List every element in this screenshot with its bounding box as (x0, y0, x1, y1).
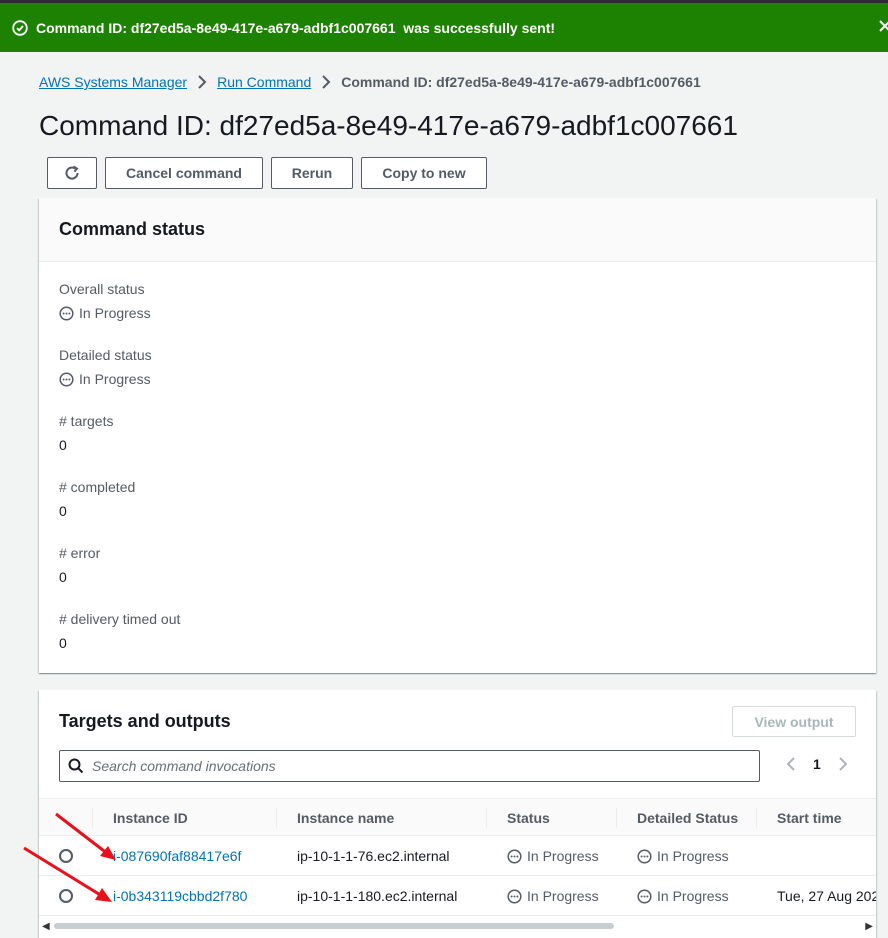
breadcrumb: AWS Systems Manager Run Command Command … (39, 74, 701, 90)
chevron-right-icon (197, 75, 207, 89)
refresh-button[interactable] (47, 157, 97, 189)
column-divider (616, 808, 617, 828)
in-progress-icon (59, 371, 74, 387)
scroll-left-arrow-icon[interactable]: ◀ (42, 921, 50, 932)
column-header-instance-name[interactable]: Instance name (297, 799, 394, 837)
detailed-status-label: Detailed status (59, 347, 152, 363)
row-detailed-status: In Progress (657, 848, 729, 864)
instance-id-link[interactable]: i-0b343119cbbd2f780 (113, 876, 247, 916)
rerun-button[interactable]: Rerun (271, 157, 353, 189)
breadcrumb-link-systems-manager[interactable]: AWS Systems Manager (39, 74, 187, 90)
error-count-label: # error (59, 545, 101, 561)
column-divider (486, 808, 487, 828)
previous-page-icon[interactable] (785, 756, 797, 772)
column-header-start-time[interactable]: Start time (777, 799, 842, 837)
overall-status-value: In Progress (79, 305, 151, 321)
timeout-count-label: # delivery timed out (59, 611, 181, 627)
cancel-command-button[interactable]: Cancel command (105, 157, 263, 189)
column-divider (92, 808, 93, 828)
invocations-table: Instance ID Instance name Status Detaile… (39, 798, 876, 916)
search-input[interactable] (92, 758, 732, 774)
row-detailed-status: In Progress (657, 888, 729, 904)
copy-to-new-button[interactable]: Copy to new (361, 157, 487, 189)
breadcrumb-current: Command ID: df27ed5a-8e49-417e-a679-adbf… (341, 74, 701, 90)
targets-count-field: # targets 0 (59, 412, 856, 478)
table-row[interactable]: i-0b343119cbbd2f780 ip-10-1-1-180.ec2.in… (39, 876, 876, 916)
command-status-title: Command status (59, 219, 206, 239)
table-header: Instance ID Instance name Status Detaile… (39, 798, 876, 836)
detailed-status-value: In Progress (79, 371, 151, 387)
chevron-right-icon (321, 75, 331, 89)
action-toolbar: Cancel command Rerun Copy to new (47, 157, 487, 189)
row-start-time: Tue, 27 Aug 2024 (777, 888, 876, 904)
next-page-icon[interactable] (837, 756, 849, 772)
current-page-number[interactable]: 1 (813, 756, 821, 772)
scrollbar-thumb[interactable] (54, 923, 614, 929)
error-count-value: 0 (59, 569, 67, 585)
command-status-panel: Command status Overall status In Progres… (39, 198, 876, 673)
search-invocations-box (59, 750, 760, 782)
in-progress-icon (637, 848, 652, 864)
targets-count-label: # targets (59, 413, 114, 429)
in-progress-icon (59, 305, 74, 321)
instance-id-link[interactable]: i-087690faf88417e6f (113, 836, 241, 876)
completed-count-field: # completed 0 (59, 478, 856, 544)
column-header-detailed-status[interactable]: Detailed Status (637, 799, 738, 837)
dismiss-close-icon[interactable] (878, 19, 888, 33)
column-header-status[interactable]: Status (507, 799, 550, 837)
breadcrumb-link-run-command[interactable]: Run Command (217, 74, 311, 90)
command-status-header: Command status (39, 198, 876, 262)
timeout-count-value: 0 (59, 635, 67, 651)
completed-count-value: 0 (59, 503, 67, 519)
error-count-field: # error 0 (59, 544, 856, 610)
detailed-status-field: Detailed status In Progress (59, 346, 856, 412)
overall-status-label: Overall status (59, 281, 145, 297)
targets-outputs-panel: Targets and outputs View output 1 Instan… (39, 690, 876, 938)
row-select-radio[interactable] (59, 889, 73, 903)
success-check-icon (12, 19, 28, 36)
pagination: 1 (785, 756, 849, 772)
horizontal-scrollbar[interactable]: ◀ ▶ (39, 921, 876, 932)
row-status: In Progress (527, 888, 599, 904)
table-row[interactable]: i-087690faf88417e6f ip-10-1-1-76.ec2.int… (39, 836, 876, 876)
in-progress-icon (507, 888, 522, 904)
in-progress-icon (637, 888, 652, 904)
row-status: In Progress (527, 848, 599, 864)
page-title: Command ID: df27ed5a-8e49-417e-a679-adbf… (39, 110, 738, 141)
search-icon (68, 758, 84, 774)
column-divider (276, 808, 277, 828)
in-progress-icon (507, 848, 522, 864)
row-select-radio[interactable] (59, 849, 73, 863)
view-output-button[interactable]: View output (732, 706, 856, 737)
refresh-icon (63, 164, 81, 182)
scroll-right-arrow-icon[interactable]: ▶ (865, 921, 873, 932)
instance-name: ip-10-1-1-180.ec2.internal (297, 888, 458, 904)
column-header-instance-id[interactable]: Instance ID (113, 799, 188, 837)
column-divider (756, 808, 757, 828)
targets-outputs-title: Targets and outputs (59, 711, 231, 731)
targets-count-value: 0 (59, 437, 67, 453)
completed-count-label: # completed (59, 479, 136, 495)
instance-name: ip-10-1-1-76.ec2.internal (297, 848, 450, 864)
banner-message: Command ID: df27ed5a-8e49-417e-a679-adbf… (36, 19, 556, 36)
overall-status-field: Overall status In Progress (59, 280, 856, 346)
success-banner: Command ID: df27ed5a-8e49-417e-a679-adbf… (0, 0, 888, 52)
timeout-count-field: # delivery timed out 0 (59, 610, 856, 676)
